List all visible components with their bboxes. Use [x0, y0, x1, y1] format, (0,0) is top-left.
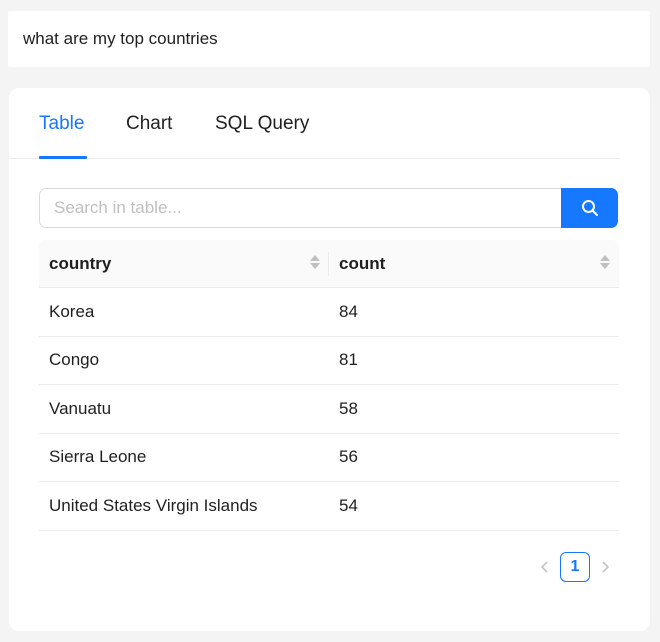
- table-row: United States Virgin Islands 54: [39, 482, 619, 531]
- tab-chart[interactable]: Chart: [126, 112, 172, 136]
- table-search: [39, 188, 618, 228]
- search-input[interactable]: [39, 188, 561, 228]
- table-row: Sierra Leone 56: [39, 434, 619, 482]
- table-row: Vanuatu 58: [39, 385, 619, 434]
- results-tabs: Table Chart SQL Query: [9, 88, 620, 159]
- search-icon: [581, 200, 598, 216]
- column-header-label: country: [49, 254, 112, 273]
- cell-count: 54: [339, 495, 358, 515]
- column-header-count[interactable]: count: [329, 240, 619, 288]
- cell-count: 84: [339, 301, 358, 321]
- cell-count: 56: [339, 447, 358, 467]
- search-button[interactable]: [561, 188, 618, 228]
- tab-sql-query[interactable]: SQL Query: [215, 112, 309, 136]
- column-header-label: count: [339, 254, 386, 273]
- page-number-button[interactable]: 1: [560, 552, 590, 582]
- tab-table[interactable]: Table: [39, 112, 84, 136]
- cell-country: Korea: [49, 301, 95, 321]
- active-tab-indicator: [39, 156, 87, 159]
- sort-icon[interactable]: [309, 255, 321, 273]
- cell-count: 81: [339, 350, 358, 370]
- results-card: Table Chart SQL Query country count: [9, 88, 650, 631]
- chevron-right-icon: [602, 561, 610, 573]
- results-table: country count Korea 84 Congo 81 Vanuatu: [39, 240, 619, 531]
- cell-country: United States Virgin Islands: [49, 495, 258, 515]
- cell-country: Congo: [49, 350, 100, 370]
- pagination: 1: [536, 552, 614, 582]
- table-row: Congo 81: [39, 337, 619, 385]
- cell-country: Sierra Leone: [49, 447, 147, 467]
- table-row: Korea 84: [39, 288, 619, 337]
- cell-country: Vanuatu: [49, 398, 112, 418]
- prev-page-button[interactable]: [536, 552, 554, 582]
- sort-icon[interactable]: [599, 255, 611, 273]
- chevron-left-icon: [540, 561, 548, 573]
- next-page-button[interactable]: [596, 552, 614, 582]
- query-text: what are my top countries: [8, 11, 650, 67]
- column-header-country[interactable]: country: [39, 240, 329, 288]
- cell-count: 58: [339, 398, 358, 418]
- table-header: country count: [39, 240, 619, 288]
